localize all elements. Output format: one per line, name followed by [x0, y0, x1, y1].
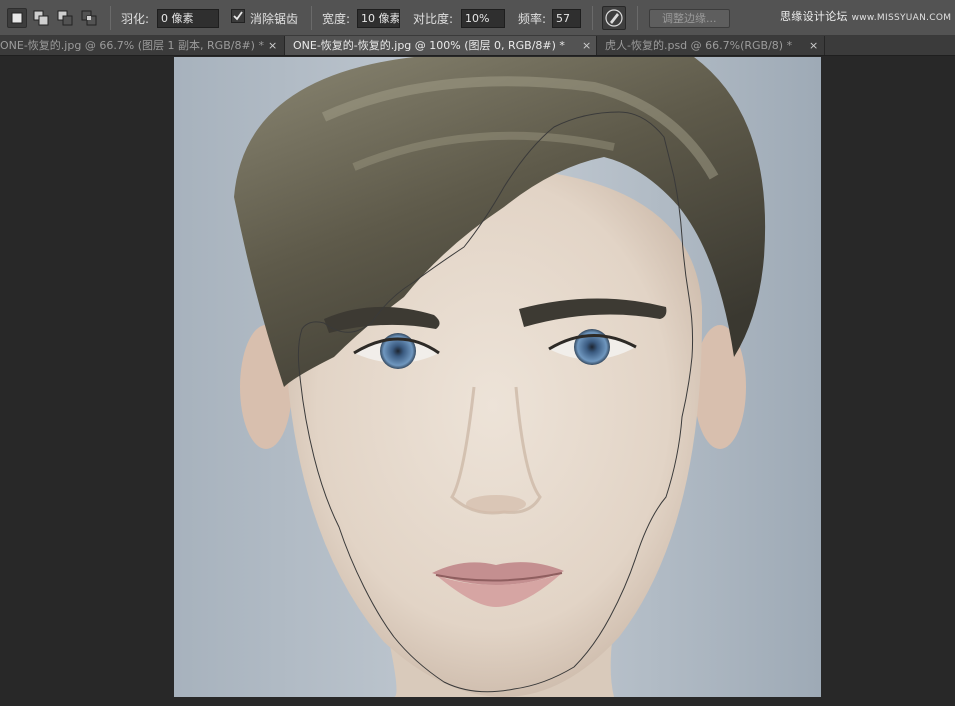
watermark-url: www.MISSYUAN.COM	[851, 13, 952, 23]
separator	[110, 6, 111, 30]
subtract-from-selection-icon	[57, 10, 73, 26]
new-selection-button[interactable]	[7, 8, 27, 28]
tab-document-3[interactable]: 虎人-恢复的.psd @ 66.7%(RGB/8) * ×	[597, 36, 825, 55]
separator	[637, 6, 638, 30]
tab-label: ONE-恢复的-恢复的.jpg @ 100% (图层 0, RGB/8#) *	[293, 39, 565, 52]
portrait-image	[174, 57, 821, 697]
refine-edge-button[interactable]: 调整边缘...	[649, 9, 730, 28]
frequency-label: 频率:	[518, 12, 547, 26]
new-selection-icon	[11, 12, 23, 24]
checkmark-icon	[233, 11, 243, 21]
close-tab-icon[interactable]: ×	[809, 36, 818, 55]
document-canvas[interactable]	[174, 57, 821, 697]
add-to-selection-button[interactable]	[31, 8, 51, 28]
intersect-selection-button[interactable]	[79, 8, 99, 28]
frequency-input[interactable]: 57	[552, 9, 581, 28]
document-tab-bar: ONE-恢复的.jpg @ 66.7% (图层 1 副本, RGB/8#) * …	[0, 36, 955, 56]
tab-document-1[interactable]: ONE-恢复的.jpg @ 66.7% (图层 1 副本, RGB/8#) * …	[0, 36, 285, 55]
width-input[interactable]: 10 像素	[357, 9, 400, 28]
feather-input[interactable]: 0 像素	[157, 9, 219, 28]
canvas-area[interactable]	[0, 57, 955, 706]
width-label: 宽度:	[322, 12, 351, 26]
watermark: 思缘设计论坛 www.MISSYUAN.COM	[780, 8, 951, 24]
subtract-from-selection-button[interactable]	[55, 8, 75, 28]
tab-label: ONE-恢复的.jpg @ 66.7% (图层 1 副本, RGB/8#) *	[0, 39, 264, 52]
stylus-pressure-icon	[605, 9, 623, 27]
options-bar: 羽化: 0 像素 消除锯齿 宽度: 10 像素 对比度: 10% 频率: 57 …	[0, 0, 955, 36]
close-tab-icon[interactable]: ×	[582, 36, 591, 55]
tab-label: 虎人-恢复的.psd @ 66.7%(RGB/8) *	[605, 39, 793, 52]
contrast-input[interactable]: 10%	[461, 9, 505, 28]
contrast-label: 对比度:	[413, 12, 454, 26]
watermark-cn: 思缘设计论坛	[780, 10, 848, 23]
feather-label: 羽化:	[121, 12, 150, 26]
antialias-checkbox[interactable]	[231, 9, 245, 23]
add-to-selection-icon	[33, 10, 49, 26]
separator	[592, 6, 593, 30]
stylus-pressure-button[interactable]	[602, 6, 626, 30]
tab-document-2[interactable]: ONE-恢复的-恢复的.jpg @ 100% (图层 0, RGB/8#) * …	[285, 36, 597, 55]
close-tab-icon[interactable]: ×	[268, 36, 277, 55]
separator	[311, 6, 312, 30]
intersect-selection-icon	[81, 10, 97, 26]
antialias-label: 消除锯齿	[250, 12, 299, 26]
